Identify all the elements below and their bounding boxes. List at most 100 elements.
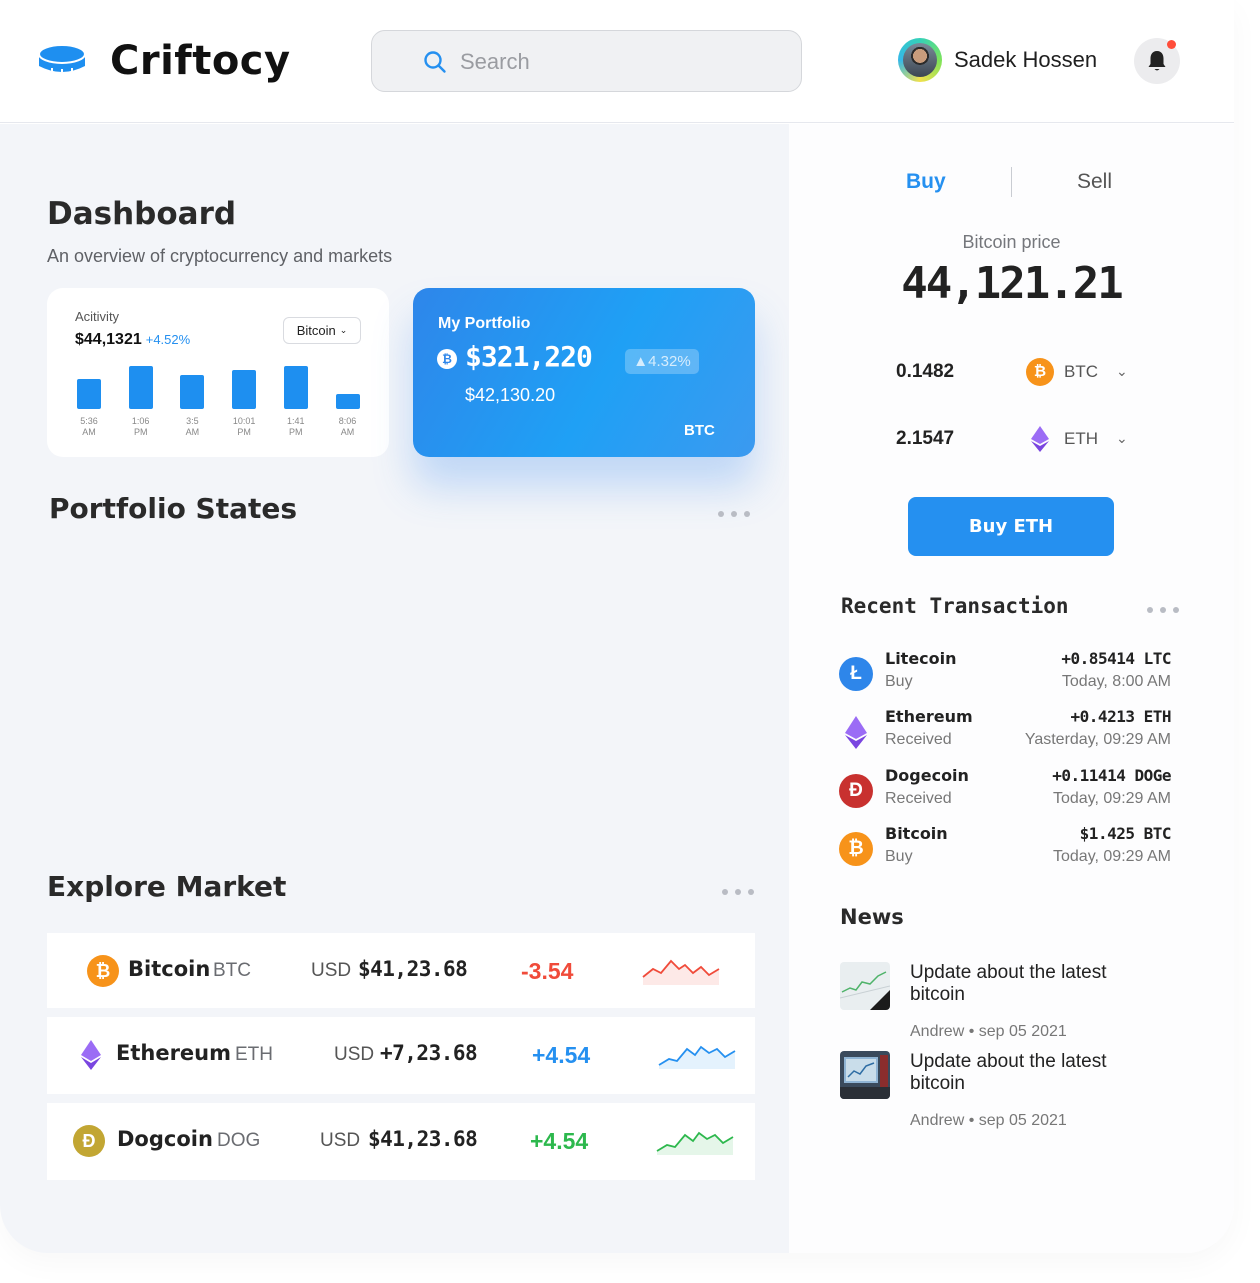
recent-transaction-title: Recent Transaction	[841, 594, 1069, 618]
user-name: Sadek Hossen	[954, 47, 1098, 72]
activity-amount: $44,1321	[75, 331, 142, 348]
avatar[interactable]	[898, 38, 942, 82]
dogecoin-icon: Ð	[839, 774, 873, 808]
search-bar[interactable]	[371, 30, 802, 92]
bitcoin-icon: ₿	[839, 832, 873, 866]
coin-symbol: DOG	[217, 1130, 261, 1151]
conversion-row-eth[interactable]: 2.1547 ETH ⌄	[896, 425, 1128, 455]
sparkline-chart	[658, 1045, 736, 1069]
explore-market-title: Explore Market	[47, 870, 287, 903]
portfolio-sub-amount: $42,130.20	[465, 385, 556, 405]
ethereum-icon	[839, 715, 873, 749]
activity-card: Acitivity $44,1321 +4.52% Bitcoin ⌄ 5:36 A…	[47, 288, 389, 457]
chevron-down-icon: ⌄	[339, 325, 348, 335]
news-meta: Andrew • sep 05 2021	[910, 1112, 1067, 1129]
coin-currency: USD	[334, 1044, 375, 1065]
market-more-icon[interactable]	[722, 888, 754, 896]
app-window: Criftocy Sadek Hossen Dashboard An overv…	[0, 0, 1234, 1253]
tab-sell[interactable]: Sell	[1077, 170, 1112, 194]
activity-value: $44,1321 +4.52%	[75, 331, 190, 349]
search-icon	[424, 51, 446, 73]
page-title: Dashboard	[47, 196, 237, 232]
news-thumbnail	[840, 1051, 890, 1099]
bitcoin-price: 44,121.21	[901, 258, 1123, 309]
coin-select[interactable]: Bitcoin ⌄	[283, 317, 361, 344]
activity-bar-label: 3:5 AM	[185, 416, 200, 437]
transaction-coin: Litecoin	[885, 649, 957, 668]
conversion-row-btc[interactable]: 0.1482 ₿ BTC ⌄	[896, 358, 1128, 388]
activity-bar-label: 8:06 AM	[338, 416, 357, 437]
news-item[interactable]: Update about the latest bitcoin Andrew •…	[840, 962, 1180, 1042]
transaction-coin: Dogecoin	[885, 766, 969, 785]
coin-symbol: ETH	[235, 1044, 273, 1065]
coin-price: +7,23.68	[380, 1041, 478, 1065]
market-row[interactable]: ₿ Bitcoin BTC USD $41,23.68 -3.54	[47, 933, 755, 1008]
portfolio-amount: $321,220	[465, 340, 593, 373]
activity-bar[interactable]	[283, 366, 308, 409]
news-item[interactable]: Update about the latest bitcoin Andrew •…	[840, 1051, 1180, 1131]
transaction-amount: +0.4213 ETH	[1070, 707, 1172, 726]
conversion-symbol: BTC	[1064, 362, 1098, 381]
notification-button[interactable]	[1134, 38, 1180, 84]
transaction-row[interactable]: Ł Litecoin Buy +0.85414 LTC Today, 8:00 AM	[839, 649, 1171, 699]
transaction-coin: Bitcoin	[885, 824, 948, 843]
transaction-type: Buy	[885, 673, 913, 690]
chevron-down-icon[interactable]: ⌄	[1116, 430, 1128, 447]
litecoin-icon: Ł	[839, 657, 873, 691]
coin-select-value: Bitcoin	[296, 323, 336, 338]
activity-bar[interactable]	[232, 370, 257, 409]
coin-currency: USD	[311, 960, 352, 981]
portfolio-title: My Portfolio	[438, 315, 531, 332]
transaction-amount: +0.11414 DOGe	[1052, 766, 1171, 785]
market-row[interactable]: Ð Dogcoin DOG USD $41,23.68 +4.54	[47, 1103, 755, 1180]
app-name: Criftocy	[110, 38, 291, 84]
user-profile[interactable]: Sadek Hossen	[898, 38, 1097, 82]
dogcoin-icon: Ð	[73, 1125, 105, 1157]
notification-dot	[1167, 40, 1176, 49]
sparkline-chart	[656, 1131, 734, 1155]
portfolio-states-title: Portfolio States	[49, 492, 298, 525]
activity-bar[interactable]	[335, 394, 360, 409]
news-headline: Update about the latest bitcoin	[910, 1051, 1107, 1094]
transaction-amount: $1.425 BTC	[1079, 824, 1172, 843]
coin-change: +4.54	[532, 1042, 591, 1068]
activity-bar-label: 10:01 PM	[232, 416, 256, 437]
bitcoin-icon: ₿	[87, 955, 119, 987]
activity-bar-label: 1:41 PM	[287, 416, 305, 437]
search-input[interactable]	[460, 47, 760, 77]
page-subtitle: An overview of cryptocurrency and market…	[47, 246, 393, 266]
portfolio-change-badge: ▲4.32%	[625, 349, 699, 374]
activity-bar[interactable]	[180, 375, 205, 409]
transaction-amount: +0.85414 LTC	[1061, 649, 1171, 668]
conversion-symbol: ETH	[1064, 429, 1098, 448]
activity-bar[interactable]	[77, 379, 101, 409]
transaction-row[interactable]: ₿ Bitcoin Buy $1.425 BTC Today, 09:29 AM	[839, 824, 1172, 874]
transaction-row[interactable]: Ethereum Received +0.4213 ETH Yasterday, 09…	[839, 707, 1172, 757]
activity-bar[interactable]	[128, 366, 153, 409]
coin-change: -3.54	[521, 958, 574, 984]
transaction-time: Yasterday, 09:29 AM	[1024, 731, 1171, 748]
activity-bar-label: 1:06 PM	[131, 416, 150, 437]
conversion-amount: 0.1482	[896, 361, 955, 382]
transaction-row[interactable]: Ð Dogecoin Received +0.11414 DOGe Today, 09:…	[839, 766, 1171, 816]
buy-eth-button[interactable]: Buy ETH	[908, 497, 1114, 556]
transaction-type: Buy	[885, 848, 913, 865]
chevron-down-icon[interactable]: ⌄	[1116, 363, 1128, 380]
portfolio-card[interactable]: My Portfolio ₿ $321,220 ▲4.32% $42,130.2…	[413, 288, 755, 457]
transaction-time: Today, 09:29 AM	[1053, 848, 1171, 865]
recent-more-icon[interactable]	[1147, 606, 1179, 614]
coin-name: Dogcoin	[117, 1127, 213, 1151]
tab-buy[interactable]: Buy	[906, 170, 946, 194]
logo[interactable]: Criftocy	[38, 38, 291, 84]
coin-name: Bitcoin	[128, 957, 211, 981]
trade-panel: Buy Sell Bitcoin price 44,121.21 0.1482 …	[789, 124, 1234, 1253]
news-thumbnail	[840, 962, 890, 1010]
activity-change: +4.52%	[145, 332, 191, 347]
activity-label: Acitivity	[75, 309, 120, 324]
activity-bar-label: 5:36 AM	[80, 416, 98, 437]
coin-currency: USD	[320, 1130, 361, 1151]
portfolio-more-icon[interactable]	[718, 510, 750, 518]
transaction-type: Received	[885, 790, 952, 807]
bitcoin-icon: ₿	[1026, 358, 1054, 386]
market-row[interactable]: Ethereum ETH USD +7,23.68 +4.54	[47, 1017, 755, 1094]
